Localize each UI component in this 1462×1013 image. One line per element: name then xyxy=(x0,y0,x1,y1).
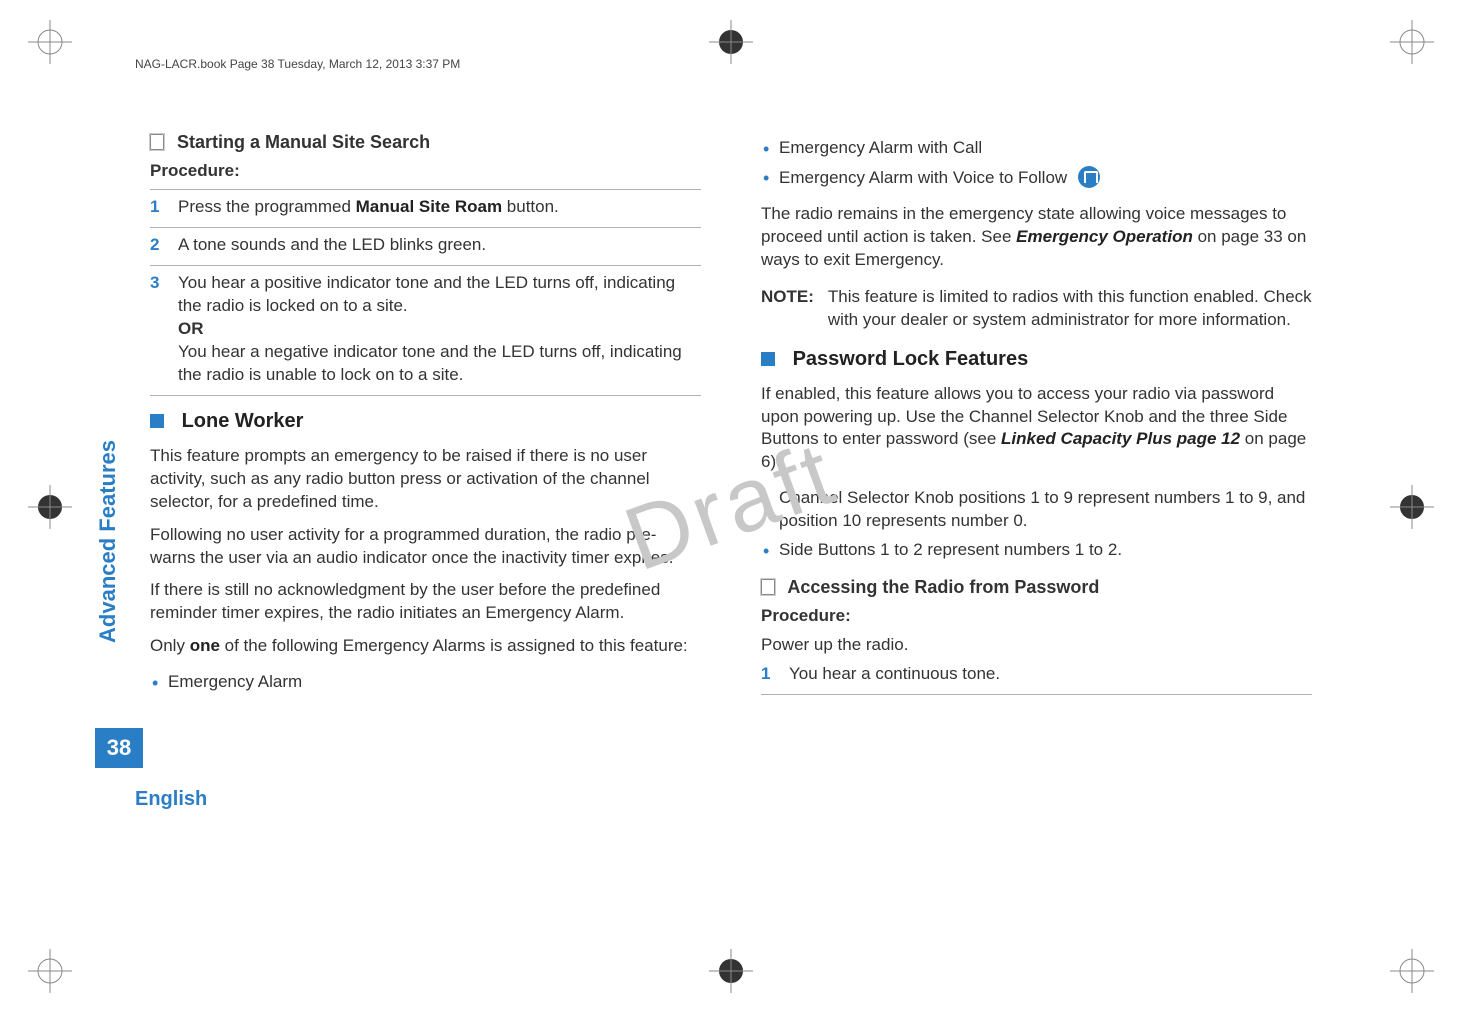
voice-follow-icon xyxy=(1078,166,1100,188)
section-tab: Advanced Features xyxy=(95,440,121,643)
step-number: 2 xyxy=(150,234,159,257)
step-text: Press the programmed Manual Site Roam bu… xyxy=(178,197,559,216)
step-text: A tone sounds and the LED blinks green. xyxy=(178,235,486,254)
crop-mark-icon xyxy=(1390,949,1434,993)
crop-mark-icon xyxy=(1390,20,1434,64)
procedure-steps: 1 You hear a continuous tone. xyxy=(761,657,1312,695)
list-item-text: Emergency Alarm with Voice to Follow xyxy=(779,168,1067,187)
language-label: English xyxy=(135,788,207,811)
crop-mark-icon xyxy=(1390,485,1434,529)
step-text: You hear a positive indicator tone and t… xyxy=(178,273,675,315)
heading-accessing-radio: Accessing the Radio from Password xyxy=(761,575,1312,599)
or-label: OR xyxy=(178,319,204,338)
crop-mark-icon xyxy=(28,20,72,64)
body-text: Following no user activity for a program… xyxy=(150,524,701,570)
step-1: 1 Press the programmed Manual Site Roam … xyxy=(150,189,701,228)
body-text: If enabled, this feature allows you to a… xyxy=(761,383,1312,475)
step-text: You hear a negative indicator tone and t… xyxy=(178,342,682,384)
body-text: Only one of the following Emergency Alar… xyxy=(150,635,701,658)
heading-manual-site-search: Starting a Manual Site Search xyxy=(150,130,701,154)
list-item: Emergency Alarm with Call xyxy=(761,134,1312,163)
procedure-label: Procedure: xyxy=(761,605,1312,628)
step-1: 1 You hear a continuous tone. xyxy=(761,657,1312,695)
step-number: 1 xyxy=(761,663,770,686)
procedure-label: Procedure: xyxy=(150,160,701,183)
crop-mark-icon xyxy=(709,949,753,993)
list-item: Channel Selector Knob positions 1 to 9 r… xyxy=(761,484,1312,536)
password-hints: Channel Selector Knob positions 1 to 9 r… xyxy=(761,484,1312,565)
procedure-steps: 1 Press the programmed Manual Site Roam … xyxy=(150,189,701,396)
list-item: Side Buttons 1 to 2 represent numbers 1 … xyxy=(761,536,1312,565)
procedure-subtext: Power up the radio. xyxy=(761,634,1312,657)
heading-text: Accessing the Radio from Password xyxy=(787,577,1099,597)
heading-text: Password Lock Features xyxy=(793,348,1029,370)
page-icon xyxy=(761,579,775,595)
body-text: This feature prompts an emergency to be … xyxy=(150,445,701,514)
note-label: NOTE: xyxy=(761,286,814,332)
page-icon xyxy=(150,134,164,150)
note-text: This feature is limited to radios with t… xyxy=(828,286,1312,332)
step-number: 3 xyxy=(150,272,159,295)
page-header: NAG-LACR.book Page 38 Tuesday, March 12,… xyxy=(135,57,460,71)
heading-lone-worker: Lone Worker xyxy=(150,408,701,435)
alarm-list: Emergency Alarm xyxy=(150,668,701,697)
step-3: 3 You hear a positive indicator tone and… xyxy=(150,266,701,396)
step-text: You hear a continuous tone. xyxy=(789,664,1000,683)
body-text: The radio remains in the emergency state… xyxy=(761,203,1312,272)
note-block: NOTE: This feature is limited to radios … xyxy=(761,286,1312,332)
list-item: Emergency Alarm xyxy=(150,668,701,697)
left-column: Starting a Manual Site Search Procedure:… xyxy=(150,130,701,705)
crop-mark-icon xyxy=(28,485,72,529)
crop-mark-icon xyxy=(709,20,753,64)
step-number: 1 xyxy=(150,196,159,219)
square-bullet-icon xyxy=(150,414,164,428)
heading-password-lock: Password Lock Features xyxy=(761,346,1312,373)
crop-mark-icon xyxy=(28,949,72,993)
page-content: Starting a Manual Site Search Procedure:… xyxy=(150,130,1312,705)
square-bullet-icon xyxy=(761,352,775,366)
step-2: 2 A tone sounds and the LED blinks green… xyxy=(150,228,701,266)
heading-text: Lone Worker xyxy=(182,410,304,432)
body-text: If there is still no acknowledgment by t… xyxy=(150,579,701,625)
heading-text: Starting a Manual Site Search xyxy=(177,132,430,152)
alarm-list-continued: Emergency Alarm with Call Emergency Alar… xyxy=(761,134,1312,193)
list-item: Emergency Alarm with Voice to Follow xyxy=(761,163,1312,193)
page-number: 38 xyxy=(95,728,143,768)
right-column: Emergency Alarm with Call Emergency Alar… xyxy=(761,130,1312,705)
